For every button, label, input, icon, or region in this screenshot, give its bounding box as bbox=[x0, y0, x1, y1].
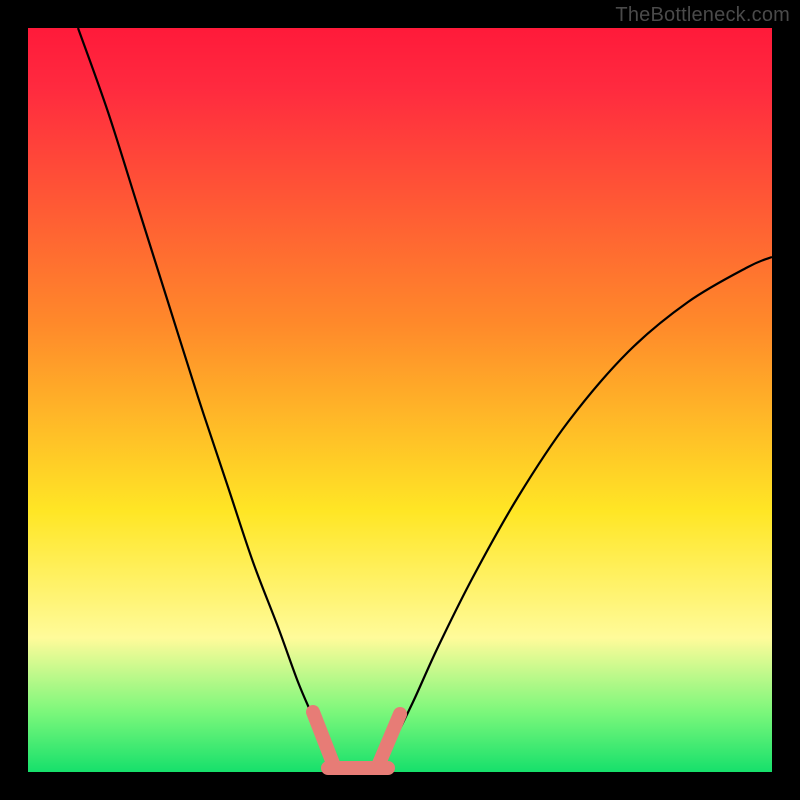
watermark-text: TheBottleneck.com bbox=[615, 4, 790, 27]
series-salmon-right-tick bbox=[378, 714, 400, 766]
series-right-branch bbox=[380, 257, 772, 764]
curve-layer bbox=[28, 28, 772, 772]
outer-frame: TheBottleneck.com bbox=[0, 0, 800, 800]
series-left-branch bbox=[78, 28, 334, 764]
series-salmon-left-tick bbox=[313, 712, 334, 766]
